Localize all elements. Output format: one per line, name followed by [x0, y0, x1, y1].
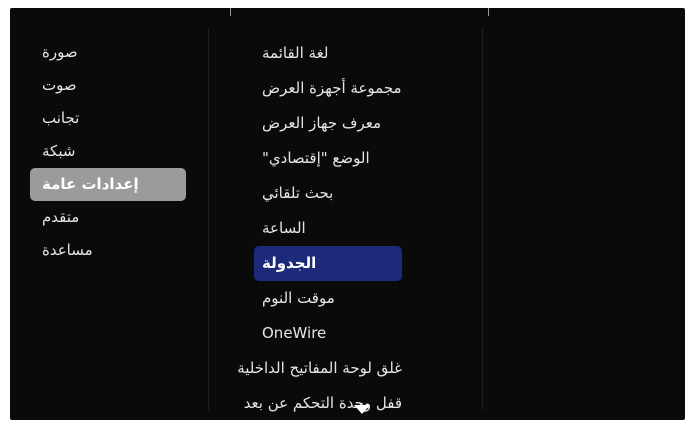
submenu-item-clock[interactable]: الساعة [254, 211, 402, 246]
top-tick-mark [488, 8, 489, 16]
chevron-down-icon[interactable] [354, 405, 370, 414]
menu-item-advanced[interactable]: متقدم [30, 201, 186, 234]
menu-item-network[interactable]: شبكة [30, 135, 186, 168]
top-tick-mark [230, 8, 231, 16]
main-menu: صورة صوت تجانب شبكة إعدادات عامة متقدم م… [30, 36, 186, 267]
submenu: لغة القائمة مجموعة أجهزة العرض معرف جهاز… [237, 36, 402, 421]
menu-item-general-settings[interactable]: إعدادات عامة [30, 168, 186, 201]
submenu-item-menu-language[interactable]: لغة القائمة [254, 36, 402, 71]
submenu-item-onewire[interactable]: OneWire [254, 316, 402, 351]
menu-item-picture[interactable]: صورة [30, 36, 186, 69]
osd-screen: صورة صوت تجانب شبكة إعدادات عامة متقدم م… [10, 8, 685, 420]
menu-item-help[interactable]: مساعدة [30, 234, 186, 267]
submenu-item-remote-lock[interactable]: قفل وحدة التحكم عن بعد [244, 386, 402, 421]
submenu-item-eco-mode[interactable]: الوضع "إقتصادي" [254, 141, 402, 176]
menu-item-tiling[interactable]: تجانب [30, 102, 186, 135]
submenu-item-monitor-group[interactable]: مجموعة أجهزة العرض [254, 71, 402, 106]
column-divider [482, 28, 483, 410]
submenu-item-sleep-timer[interactable]: موقت النوم [254, 281, 402, 316]
submenu-item-keypad-lock[interactable]: غلق لوحة المفاتيح الداخلية [237, 351, 402, 386]
submenu-item-auto-search[interactable]: بحث تلقائي [254, 176, 402, 211]
submenu-item-scheduling[interactable]: الجدولة [254, 246, 402, 281]
submenu-item-monitor-id[interactable]: معرف جهاز العرض [254, 106, 402, 141]
column-divider [208, 28, 209, 410]
menu-item-sound[interactable]: صوت [30, 69, 186, 102]
